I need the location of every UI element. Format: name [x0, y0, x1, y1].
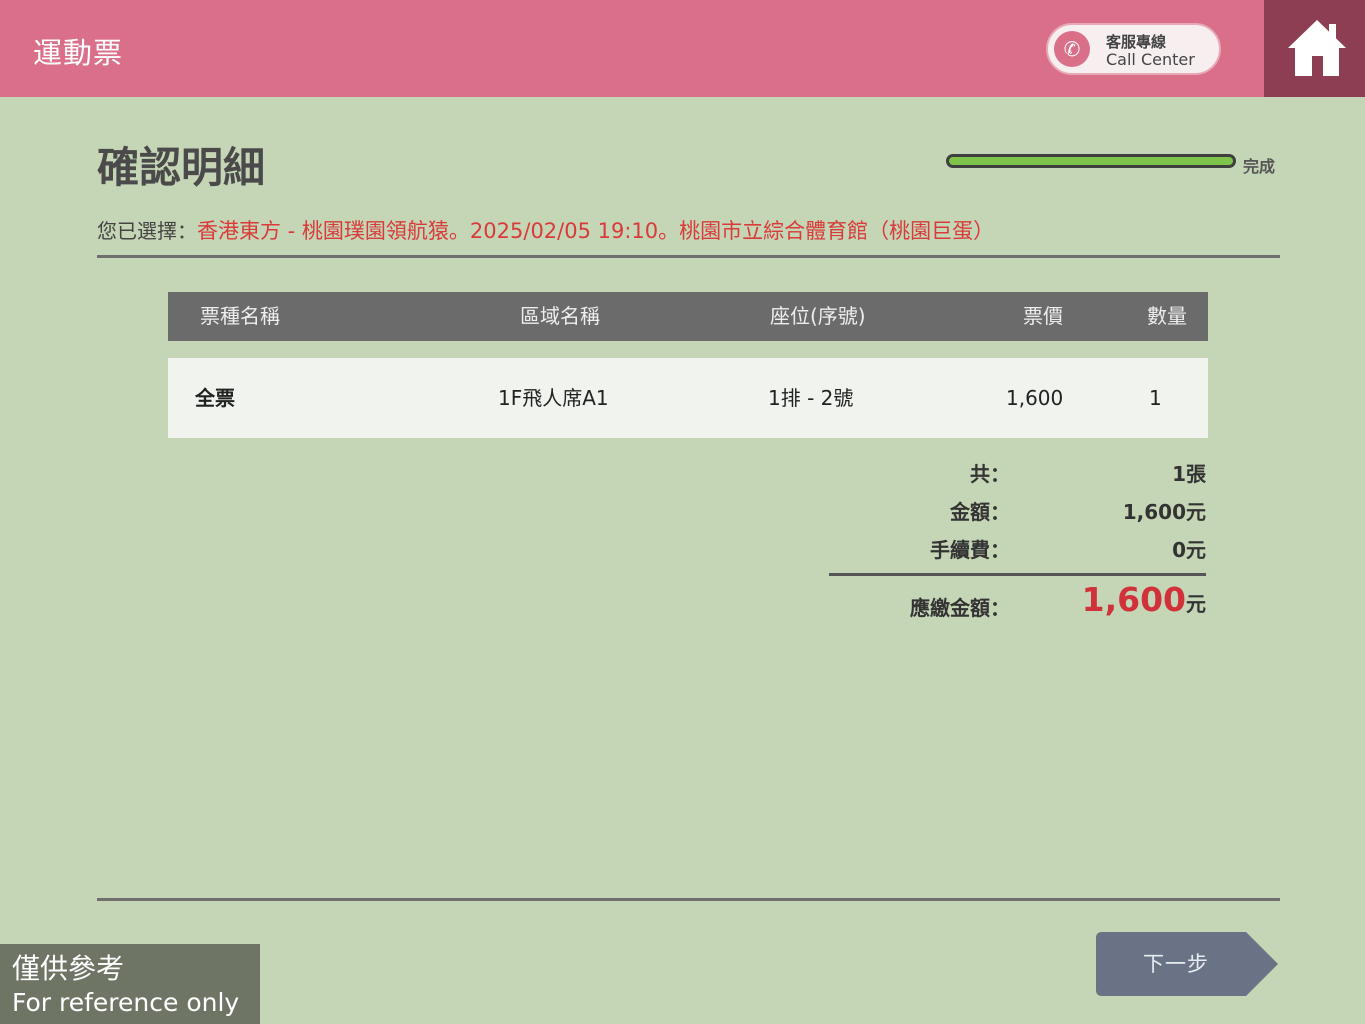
page-title: 確認明細 — [97, 143, 266, 192]
count-label: 共： — [970, 462, 1010, 486]
home-button[interactable] — [1264, 0, 1365, 97]
count-value: 1張 — [1172, 462, 1206, 486]
watermark-en: For reference only — [12, 988, 240, 1017]
selection-value: 香港東方 - 桃園璞園領航猿。2025/02/05 19:10。桃園市立綜合體育… — [197, 219, 995, 243]
total-amount: 1,600元 — [1082, 580, 1206, 619]
total-unit: 元 — [1186, 592, 1206, 616]
total-value: 1,600 — [1081, 580, 1186, 619]
amount-label: 金額： — [950, 500, 1010, 524]
home-icon — [1288, 20, 1346, 76]
progress-label: 完成 — [1243, 157, 1276, 176]
header-price: 票價 — [1023, 304, 1063, 328]
total-divider — [829, 573, 1206, 576]
app-title: 運動票 — [33, 36, 124, 70]
total-label: 應繳金額： — [910, 596, 1010, 620]
call-center-label-zh: 客服專線 — [1106, 33, 1167, 51]
watermark-zh: 僅供參考 — [12, 952, 125, 985]
next-step-button[interactable]: 下一步 — [1096, 932, 1278, 996]
next-step-label: 下一步 — [1143, 952, 1209, 976]
table-row: 全票 1F飛人席A1 1排 - 2號 1,600 1 — [168, 358, 1208, 438]
progress-bar — [946, 154, 1236, 168]
divider-top — [97, 255, 1280, 258]
cell-area: 1F飛人席A1 — [498, 386, 609, 410]
cell-ticket-type: 全票 — [195, 386, 235, 410]
cell-seat: 1排 - 2號 — [768, 386, 854, 410]
reference-watermark: 僅供參考 For reference only — [0, 944, 260, 1024]
call-center-label-en: Call Center — [1106, 50, 1195, 69]
amount-value: 1,600元 — [1122, 500, 1206, 524]
call-center-button[interactable]: ✆ 客服專線 Call Center — [1046, 23, 1221, 75]
top-bar: 運動票 ✆ 客服專線 Call Center — [0, 0, 1365, 97]
selection-label: 您已選擇： — [97, 219, 197, 243]
cell-price: 1,600 — [1006, 386, 1064, 410]
cell-quantity: 1 — [1149, 386, 1162, 410]
phone-icon: ✆ — [1054, 31, 1090, 67]
table-header: 票種名稱 區域名稱 座位(序號) 票價 數量 — [168, 292, 1208, 341]
header-ticket-type: 票種名稱 — [200, 304, 280, 328]
fee-value: 0元 — [1172, 538, 1206, 562]
divider-bottom — [97, 898, 1280, 901]
selection-summary: 您已選擇：香港東方 - 桃園璞園領航猿。2025/02/05 19:10。桃園市… — [97, 215, 994, 245]
header-quantity: 數量 — [1147, 304, 1187, 328]
fee-label: 手續費： — [930, 538, 1010, 562]
header-area: 區域名稱 — [520, 304, 600, 328]
header-seat: 座位(序號) — [770, 304, 866, 328]
